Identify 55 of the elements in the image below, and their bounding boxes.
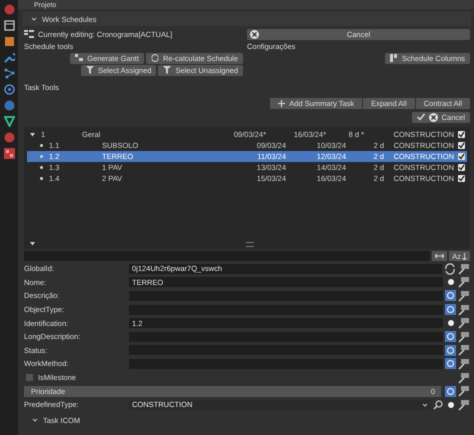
null-toggle[interactable] xyxy=(445,358,456,370)
disclosure-triangle-icon[interactable] xyxy=(30,240,35,246)
eyedropper-icon[interactable] xyxy=(458,385,470,398)
close-icon xyxy=(428,112,438,122)
bullet-icon xyxy=(40,155,43,158)
eyedropper-icon[interactable] xyxy=(458,358,470,370)
gantt-icon xyxy=(24,29,34,39)
sphere-icon[interactable] xyxy=(4,132,14,143)
null-toggle[interactable] xyxy=(445,331,456,342)
disclosure-triangle-icon[interactable] xyxy=(30,132,35,137)
filter-field[interactable] xyxy=(24,251,430,261)
sphere-icon[interactable] xyxy=(4,100,14,111)
task-checkbox[interactable] xyxy=(458,131,465,138)
resize-handle[interactable] xyxy=(246,242,254,247)
null-toggle[interactable] xyxy=(445,386,456,397)
task-checkbox[interactable] xyxy=(458,164,465,171)
milestone-checkbox[interactable] xyxy=(26,374,33,382)
eyedropper-icon[interactable] xyxy=(458,304,470,316)
task-checkbox[interactable] xyxy=(458,153,465,160)
eyedropper-icon[interactable] xyxy=(458,330,470,343)
checker-icon[interactable] xyxy=(4,148,14,159)
expand-width-button[interactable] xyxy=(432,251,448,261)
eyedropper-icon[interactable] xyxy=(458,398,470,411)
eyedropper-icon[interactable] xyxy=(458,317,470,330)
filter-icon xyxy=(86,66,94,74)
null-toggle[interactable] xyxy=(445,344,456,356)
triangle-icon[interactable] xyxy=(4,116,14,127)
eyedropper-icon[interactable] xyxy=(458,262,470,275)
bullet-icon xyxy=(40,177,43,180)
plus-icon xyxy=(278,100,286,106)
refresh-icon[interactable] xyxy=(444,262,456,275)
nodes-icon[interactable] xyxy=(4,68,14,79)
search-icon[interactable] xyxy=(433,400,443,410)
eyedropper-icon[interactable] xyxy=(458,276,470,288)
filter-icon xyxy=(163,66,172,74)
refresh-icon xyxy=(150,54,159,62)
bullet-icon xyxy=(40,166,43,169)
cube-icon[interactable] xyxy=(4,36,14,47)
check-icon xyxy=(416,113,425,121)
dropdown-chevron-icon xyxy=(422,402,428,407)
task-checkbox[interactable] xyxy=(458,175,465,182)
eyedropper-icon[interactable] xyxy=(458,372,470,384)
sphere-icon[interactable] xyxy=(4,4,14,15)
gantt-icon xyxy=(75,54,84,62)
eyedropper-icon[interactable] xyxy=(458,290,470,302)
eyedropper-icon[interactable] xyxy=(458,344,470,356)
bullet-icon xyxy=(40,144,43,147)
null-toggle[interactable] xyxy=(445,304,456,316)
box-icon[interactable] xyxy=(4,20,14,31)
task-checkbox[interactable] xyxy=(458,142,465,149)
null-toggle[interactable] xyxy=(445,290,456,302)
target-icon[interactable] xyxy=(4,84,14,95)
close-icon xyxy=(250,30,259,38)
down-arrow-icon xyxy=(462,252,467,260)
columns-icon xyxy=(390,54,398,62)
